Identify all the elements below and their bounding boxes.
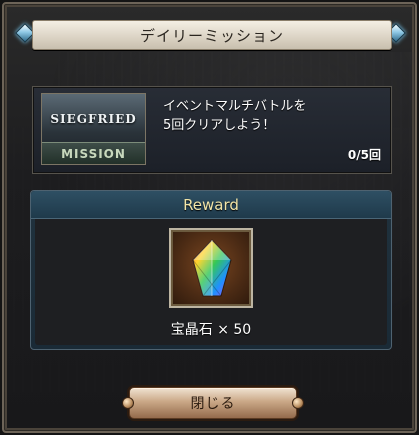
button-knob-icon	[292, 397, 304, 409]
daily-mission-dialog: デイリーミッション SIEGFRIED MISSION イベントマルチバトルを …	[2, 2, 417, 433]
reward-body: 宝晶石 × 50	[35, 219, 387, 345]
close-button[interactable]: 閉じる	[122, 387, 304, 419]
reward-item[interactable]	[169, 228, 253, 308]
thumbnail-badge-label: MISSION	[61, 146, 126, 161]
reward-header: Reward	[31, 191, 391, 219]
mission-thumbnail: SIEGFRIED MISSION	[41, 93, 146, 165]
dialog-title: デイリーミッション	[139, 26, 284, 45]
mission-description: イベントマルチバトルを 5回クリアしよう！	[163, 97, 383, 135]
reward-item-label: 宝晶石 × 50	[170, 322, 252, 338]
mission-description-line: イベントマルチバトルを	[163, 99, 307, 114]
mission-progress: 0/5回	[347, 148, 381, 162]
rainbow-crystal-icon	[192, 239, 232, 297]
mission-card: SIEGFRIED MISSION イベントマルチバトルを 5回クリアしよう！ …	[32, 86, 392, 174]
close-button-label: 閉じる	[190, 396, 236, 412]
thumbnail-title: SIEGFRIED	[50, 112, 137, 126]
thumbnail-badge: MISSION	[42, 142, 145, 164]
reward-header-label: Reward	[183, 195, 239, 214]
reward-panel: Reward 宝晶石 × 50	[30, 190, 392, 350]
button-knob-icon	[122, 397, 134, 409]
dialog-title-bar: デイリーミッション	[32, 20, 392, 50]
mission-description-line: 5回クリアしよう！	[163, 118, 276, 133]
